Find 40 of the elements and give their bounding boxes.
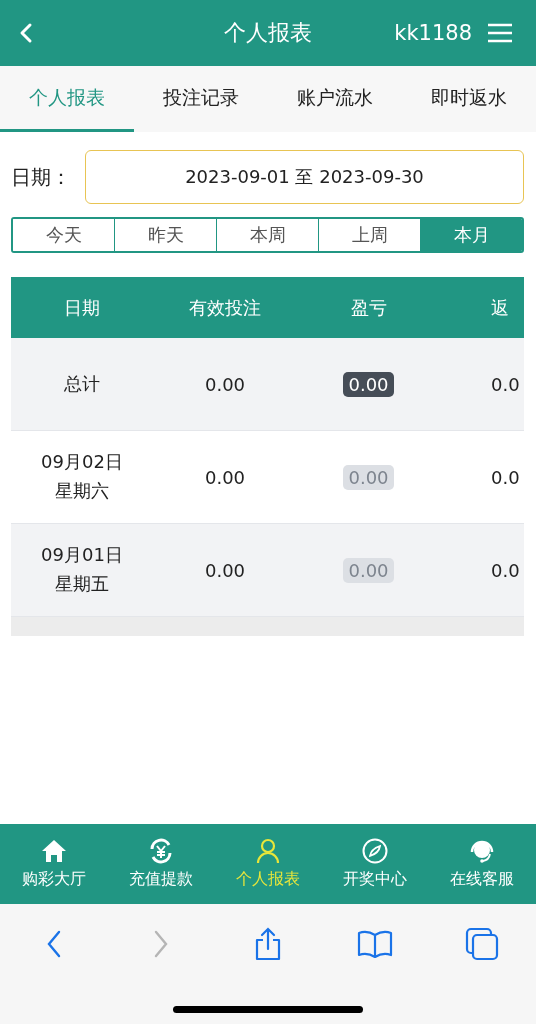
page-title: 个人报表 — [224, 19, 312, 47]
menu-button[interactable] — [486, 21, 514, 45]
chevron-left-icon — [45, 930, 62, 958]
table-cell-text: 09月02日 星期六 — [41, 450, 123, 503]
column-header: 有效投注 — [188, 295, 262, 320]
column-header: 返 — [490, 295, 510, 320]
tab[interactable]: 账户流水 — [268, 66, 402, 132]
table-cell-text: 总计 — [64, 371, 100, 396]
menu-icon — [487, 23, 513, 43]
table-cell-text: 09月01日 星期五 — [41, 543, 123, 596]
profit-badge: 0.00 — [343, 557, 394, 583]
compass-icon — [362, 838, 389, 864]
home-icon — [40, 838, 67, 864]
table-cell: 0.0 — [491, 466, 520, 488]
person-icon — [255, 838, 281, 864]
share-icon — [253, 927, 282, 961]
tabs-icon — [465, 927, 500, 961]
profit-badge: 0.00 — [343, 371, 394, 397]
chevron-right-icon — [152, 930, 169, 958]
date-label: 日期： — [11, 163, 71, 191]
table-cell: 0.00 — [204, 373, 246, 395]
username: kk1188 — [394, 21, 472, 45]
nav-item[interactable]: 开奖中心 — [321, 824, 429, 904]
nav-item[interactable]: 在线客服 — [428, 824, 536, 904]
column-header: 盈亏 — [349, 295, 388, 320]
nav-item[interactable]: 充值提款 — [107, 824, 215, 904]
table-cell: 0.0 — [491, 373, 520, 395]
chevron-left-icon — [19, 22, 33, 44]
range-button[interactable]: 本月 — [420, 219, 522, 251]
column-header: 日期 — [63, 295, 101, 320]
headset-icon — [469, 838, 496, 864]
book-icon — [357, 929, 394, 959]
table-cell: 0.00 — [204, 559, 246, 581]
tab[interactable]: 即时返水 — [402, 66, 536, 132]
profit-badge: 0.00 — [343, 464, 394, 490]
tab[interactable]: 投注记录 — [134, 66, 268, 132]
date-range-field[interactable]: 2023-09-01 至 2023-09-30 — [85, 150, 524, 204]
table-cell: 0.00 — [204, 466, 246, 488]
table-cell: 0.0 — [491, 559, 520, 581]
nav-item[interactable]: 购彩大厅 — [0, 824, 108, 904]
